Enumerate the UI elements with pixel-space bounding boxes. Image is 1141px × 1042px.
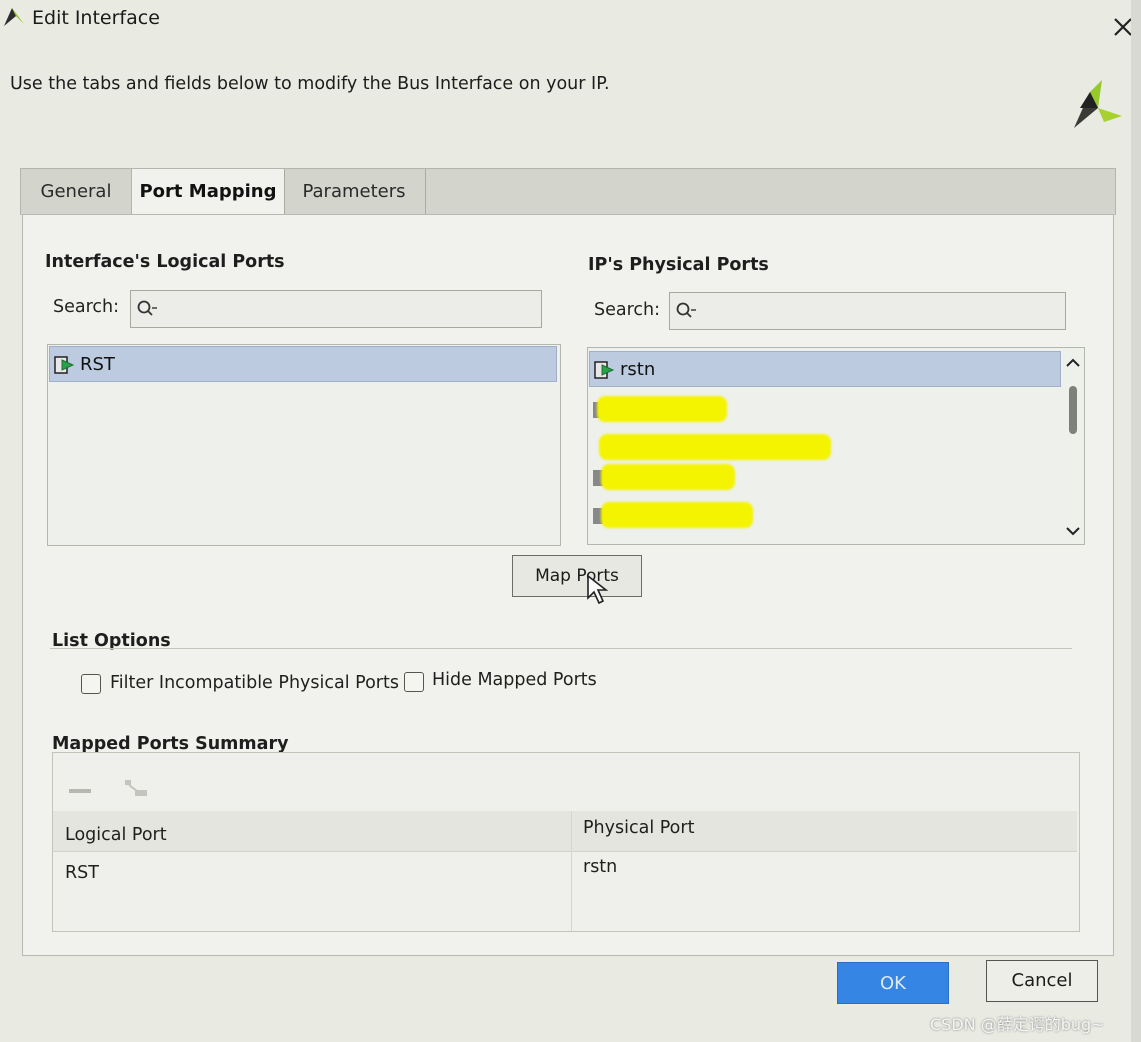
app-icon — [4, 8, 24, 26]
logical-ports-list: RST — [47, 344, 561, 546]
tab-general[interactable]: General — [21, 169, 132, 215]
mapped-summary-heading: Mapped Ports Summary — [52, 734, 289, 754]
search-icon — [137, 300, 157, 316]
mapped-ports-table: Logical Port Physical Port RST rstn — [52, 752, 1080, 932]
cancel-button[interactable]: Cancel — [986, 960, 1098, 1002]
table-header: Logical Port Physical Port — [53, 811, 1077, 852]
scroll-thumb[interactable] — [1069, 386, 1077, 434]
logical-port-label: RST — [80, 354, 115, 375]
redacted-mark — [601, 464, 735, 490]
hide-mapped-checkbox[interactable] — [404, 672, 424, 692]
tab-parameters[interactable]: Parameters — [283, 169, 426, 215]
logical-ports-heading: Interface's Logical Ports — [45, 252, 285, 272]
xilinx-logo-icon — [1074, 80, 1122, 128]
mouse-cursor-icon — [587, 574, 608, 605]
list-item[interactable] — [589, 460, 1059, 496]
port-in-icon — [54, 356, 75, 374]
physical-ports-heading: IP's Physical Ports — [588, 255, 769, 275]
list-item[interactable] — [589, 428, 1059, 464]
instruction-text: Use the tabs and fields below to modify … — [10, 74, 610, 94]
logical-search-box — [130, 290, 542, 328]
map-ports-button[interactable]: Map Ports — [512, 555, 642, 597]
window-edge — [1131, 0, 1141, 1042]
auto-map-icon[interactable] — [121, 777, 149, 801]
physical-search-box — [669, 292, 1066, 330]
filter-incompatible-label[interactable]: Filter Incompatible Physical Ports — [110, 673, 399, 693]
watermark: CSDN @薛定谔的bug~ — [930, 1015, 1105, 1034]
physical-ports-list: rstn — [587, 347, 1085, 545]
physical-port-label: rstn — [620, 359, 656, 380]
window-title: Edit Interface — [32, 7, 160, 29]
column-separator — [571, 811, 572, 931]
hide-mapped-label[interactable]: Hide Mapped Ports — [432, 670, 597, 690]
scroll-up-icon[interactable] — [1064, 354, 1082, 372]
redacted-mark — [599, 434, 831, 460]
redacted-mark — [601, 502, 753, 528]
port-in-icon — [594, 361, 615, 379]
logical-search-label: Search: — [53, 297, 120, 317]
tab-port-mapping[interactable]: Port Mapping — [131, 169, 285, 217]
cell-logical: RST — [65, 863, 99, 883]
col-logical-port[interactable]: Logical Port — [65, 825, 167, 845]
tab-strip: General Port Mapping Parameters — [20, 168, 1116, 217]
col-physical-port[interactable]: Physical Port — [583, 818, 694, 838]
cell-physical: rstn — [583, 857, 618, 877]
physical-search-label: Search: — [594, 300, 661, 320]
list-item[interactable] — [589, 498, 1059, 534]
physical-search-input[interactable] — [700, 297, 1059, 327]
ok-button[interactable]: OK — [837, 962, 949, 1004]
logical-search-input[interactable] — [161, 295, 535, 325]
physical-list-scrollbar[interactable] — [1064, 352, 1082, 542]
filter-incompatible-checkbox[interactable] — [81, 674, 101, 694]
redacted-mark — [597, 396, 727, 422]
divider — [50, 648, 1072, 649]
search-icon — [676, 302, 696, 318]
remove-icon[interactable] — [67, 783, 93, 799]
list-item[interactable] — [589, 392, 1059, 428]
title-bar: Edit Interface — [0, 0, 1141, 42]
list-item[interactable]: RST — [49, 346, 557, 382]
scroll-down-icon[interactable] — [1064, 522, 1082, 540]
list-item[interactable]: rstn — [589, 351, 1061, 387]
